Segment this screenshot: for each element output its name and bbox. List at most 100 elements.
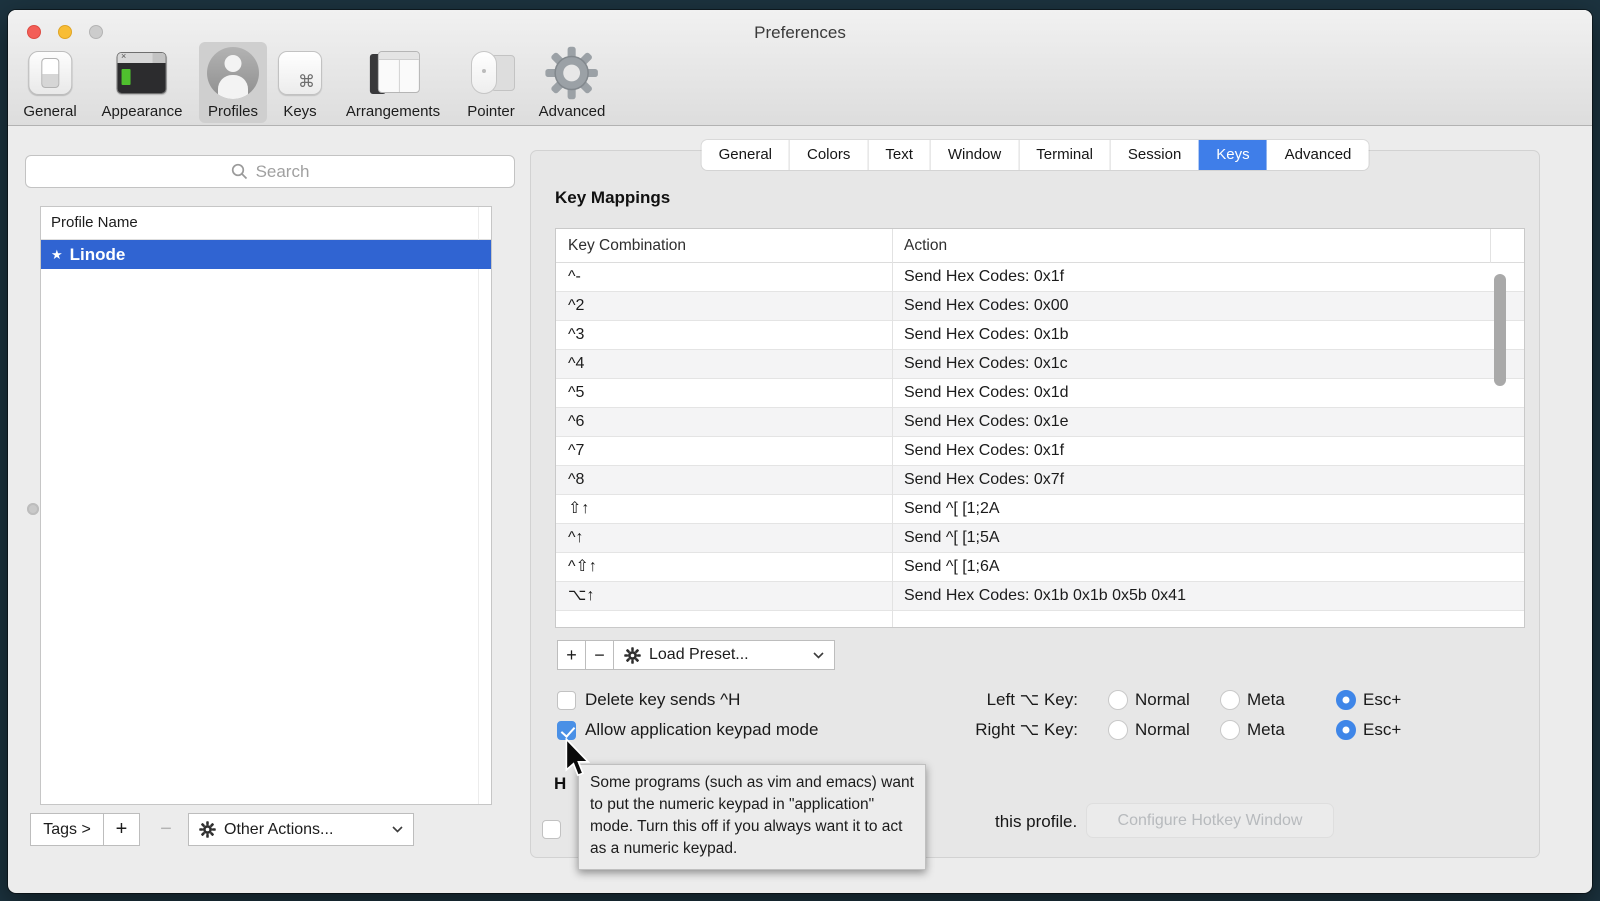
radio-label: Esc+ xyxy=(1363,689,1401,711)
key-combination-cell: ^2 xyxy=(568,292,584,320)
table-row[interactable]: ^8Send Hex Codes: 0x7f xyxy=(556,466,1524,495)
table-row[interactable]: ^2 Send Hex Codes: 0x00 xyxy=(556,292,1524,321)
key-mappings-rows: ^-Send Hex Codes: 0x1f^2 Send Hex Codes: … xyxy=(556,263,1524,611)
toolbar-item-appearance[interactable]: Appearance xyxy=(94,42,191,123)
tab-text[interactable]: Text xyxy=(867,140,930,170)
tags-button[interactable]: Tags > xyxy=(30,813,104,846)
radio-circle-icon xyxy=(1108,720,1128,740)
toolbar-label: Profiles xyxy=(207,103,259,120)
hotkey-heading: H xyxy=(554,774,566,794)
action-cell: Send Hex Codes: 0x1d xyxy=(904,379,1069,407)
radio-circle-icon xyxy=(1336,720,1356,740)
tab-terminal[interactable]: Terminal xyxy=(1018,140,1110,170)
toolbar-item-keys[interactable]: ⌘ Keys xyxy=(270,42,330,123)
hotkey-sentence: this profile. xyxy=(995,812,1077,832)
table-row[interactable]: ^7Send Hex Codes: 0x1f xyxy=(556,437,1524,466)
toolbar-item-general[interactable]: General xyxy=(15,42,84,123)
radio-label: Esc+ xyxy=(1363,719,1401,741)
other-actions-label: Other Actions... xyxy=(224,821,333,839)
tab-window[interactable]: Window xyxy=(930,140,1018,170)
key-mappings-table: Key Combination Action ^-Send Hex Codes:… xyxy=(555,228,1525,628)
hotkey-checkbox[interactable] xyxy=(542,820,561,839)
tab-session[interactable]: Session xyxy=(1110,140,1198,170)
action-cell: Send ^[ [1;6A xyxy=(904,553,1000,581)
toolbar-label: Arrangements xyxy=(346,103,440,120)
table-row[interactable]: ^-Send Hex Codes: 0x1f xyxy=(556,263,1524,292)
add-mapping-button[interactable]: + xyxy=(557,640,586,670)
radio-meta[interactable]: Meta xyxy=(1220,689,1285,711)
action-cell: Send Hex Codes: 0x1c xyxy=(904,350,1068,378)
preferences-window: Preferences General Appearance Profiles … xyxy=(8,10,1592,893)
tab-advanced[interactable]: Advanced xyxy=(1267,140,1369,170)
radio-normal[interactable]: Normal xyxy=(1108,689,1190,711)
add-profile-button[interactable]: + xyxy=(103,813,140,846)
radio-esc[interactable]: Esc+ xyxy=(1336,719,1401,741)
radio-normal[interactable]: Normal xyxy=(1108,719,1190,741)
search-input[interactable]: Search xyxy=(25,155,515,188)
appearance-icon xyxy=(102,45,183,101)
desktop: Preferences General Appearance Profiles … xyxy=(0,0,1600,901)
toolbar-item-arrangements[interactable]: Arrangements xyxy=(338,42,448,123)
table-header: Key Combination Action xyxy=(556,229,1524,263)
other-actions-button[interactable]: Other Actions... xyxy=(188,813,414,846)
column-divider xyxy=(478,207,479,804)
table-row[interactable]: ⌥↑Send Hex Codes: 0x1b 0x1b 0x5b 0x41 xyxy=(556,582,1524,611)
action-cell: Send Hex Codes: 0x7f xyxy=(904,466,1064,494)
remove-mapping-button[interactable]: − xyxy=(585,640,614,670)
radio-circle-icon xyxy=(1220,720,1240,740)
toolbar-item-advanced[interactable]: Advanced xyxy=(531,42,614,123)
table-row[interactable]: ⇧↑Send ^[ [1;2A xyxy=(556,495,1524,524)
profile-row-linode[interactable]: ★ Linode xyxy=(41,240,491,269)
key-combination-cell: ^6 xyxy=(568,408,584,436)
pointer-icon xyxy=(464,45,518,101)
star-icon: ★ xyxy=(51,247,63,263)
keys-icon: ⌘ xyxy=(278,45,322,101)
table-row[interactable]: ^6Send Hex Codes: 0x1e xyxy=(556,408,1524,437)
toolbar-item-pointer[interactable]: Pointer xyxy=(456,42,526,123)
toolbar-label: General xyxy=(23,103,76,120)
table-row[interactable]: ^4Send Hex Codes: 0x1c xyxy=(556,350,1524,379)
profile-list-header-label: Profile Name xyxy=(51,214,138,231)
tab-keys[interactable]: Keys xyxy=(1198,140,1266,170)
action-cell: Send Hex Codes: 0x1f xyxy=(904,437,1064,465)
key-combination-cell: ^3 xyxy=(568,321,584,349)
profile-tabs: GeneralColorsTextWindowTerminalSessionKe… xyxy=(702,140,1369,170)
toolbar-item-profiles[interactable]: Profiles xyxy=(199,42,267,123)
checkbox-delete-key-sends-ctrl-h[interactable] xyxy=(557,691,576,710)
load-preset-button[interactable]: Load Preset... xyxy=(613,640,835,670)
tab-general[interactable]: General xyxy=(702,140,789,170)
configure-hotkey-window-button[interactable]: Configure Hotkey Window xyxy=(1086,803,1334,838)
remove-profile-button[interactable]: − xyxy=(149,813,183,846)
gear-icon xyxy=(199,821,216,838)
radio-label: Normal xyxy=(1135,719,1190,741)
chevron-down-icon xyxy=(813,652,824,659)
column-divider xyxy=(892,229,893,627)
radio-meta[interactable]: Meta xyxy=(1220,719,1285,741)
tab-colors[interactable]: Colors xyxy=(789,140,867,170)
action-cell: Send ^[ [1;2A xyxy=(904,495,1000,523)
split-handle[interactable] xyxy=(27,503,39,515)
table-row[interactable]: ^3Send Hex Codes: 0x1b xyxy=(556,321,1524,350)
general-icon xyxy=(23,45,76,101)
scrollbar-thumb[interactable] xyxy=(1494,274,1506,386)
toolbar-label: Pointer xyxy=(464,103,518,120)
window-title: Preferences xyxy=(8,23,1592,43)
radio-esc[interactable]: Esc+ xyxy=(1336,689,1401,711)
radio-circle-icon xyxy=(1108,690,1128,710)
column-header-action[interactable]: Action xyxy=(904,229,947,263)
radio-circle-icon xyxy=(1336,690,1356,710)
action-cell: Send Hex Codes: 0x00 xyxy=(904,292,1069,320)
table-row[interactable]: ^⇧↑ Send ^[ [1;6A xyxy=(556,553,1524,582)
toolbar-label: Advanced xyxy=(539,103,606,120)
table-row[interactable]: ^↑Send ^[ [1;5A xyxy=(556,524,1524,553)
key-combination-cell: ^↑ xyxy=(568,524,584,552)
profile-list-header[interactable]: Profile Name xyxy=(41,207,491,240)
toolbar-label: Appearance xyxy=(102,103,183,120)
key-combination-cell: ^5 xyxy=(568,379,584,407)
profiles-icon xyxy=(207,45,259,101)
checkbox-allow-application-keypad-mode[interactable] xyxy=(557,721,576,740)
table-row[interactable]: ^5 Send Hex Codes: 0x1d xyxy=(556,379,1524,408)
search-icon xyxy=(231,163,248,180)
column-header-key[interactable]: Key Combination xyxy=(568,229,686,263)
key-combination-cell: ^⇧↑ xyxy=(568,553,597,581)
